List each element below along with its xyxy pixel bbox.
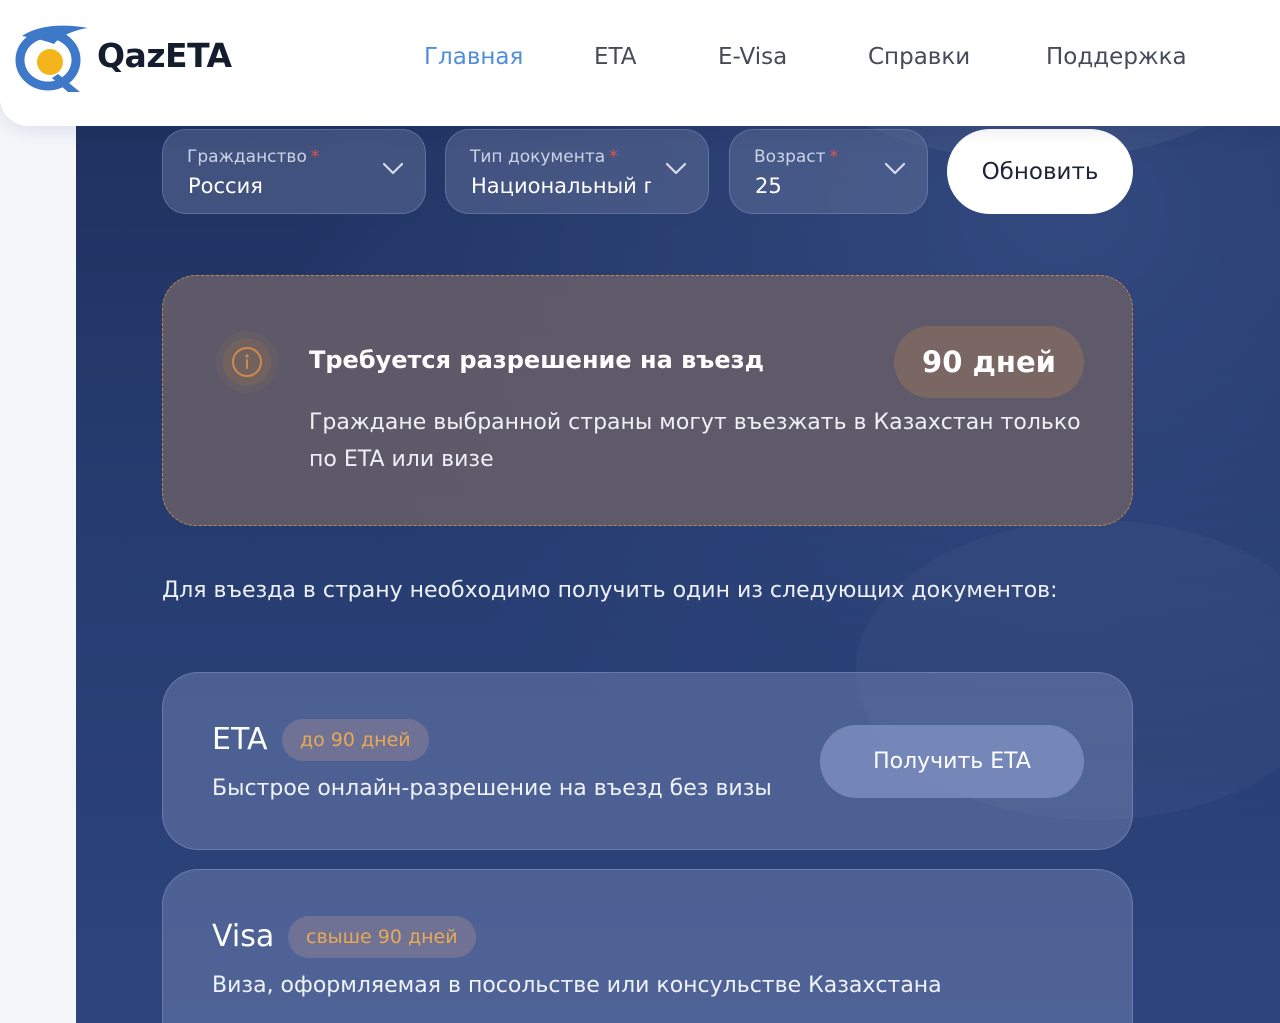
document-type-value: Национальный п	[471, 174, 651, 198]
nav-link-home[interactable]: Главная	[424, 44, 523, 70]
eta-duration-badge: до 90 дней	[282, 719, 429, 761]
nav-link-evisa[interactable]: E-Visa	[718, 44, 787, 70]
documents-intro-text: Для въезда в страну необходимо получить …	[162, 578, 1058, 603]
required-mark: *	[609, 147, 618, 167]
required-mark: *	[310, 147, 320, 167]
document-type-label: Тип документа *	[470, 147, 618, 167]
age-label: Возраст *	[754, 147, 839, 167]
visa-duration-badge: свыше 90 дней	[288, 916, 476, 958]
citizenship-select[interactable]: Гражданство * Россия	[162, 129, 426, 214]
info-icon	[216, 331, 278, 393]
entry-permit-alert: Требуется разрешение на въезд 90 дней Гр…	[162, 275, 1133, 526]
logo-text[interactable]: QazETA	[97, 36, 232, 75]
get-eta-button[interactable]: Получить ETA	[820, 725, 1084, 798]
nav-link-certificates[interactable]: Справки	[868, 44, 970, 70]
visa-title: Visa	[212, 919, 275, 954]
age-select[interactable]: Возраст * 25	[729, 129, 928, 214]
nav-link-support[interactable]: Поддержка	[1046, 44, 1187, 70]
alert-text: Граждане выбранной страны могут въезжать…	[309, 410, 1081, 472]
eta-option-card: ETA до 90 дней Быстрое онлайн-разрешение…	[162, 672, 1133, 850]
refresh-button[interactable]: Обновить	[947, 129, 1133, 214]
visa-option-card: Visa свыше 90 дней Виза, оформляемая в п…	[162, 869, 1133, 1023]
age-value: 25	[755, 174, 782, 198]
nav-link-eta[interactable]: ETA	[594, 44, 637, 70]
document-type-select[interactable]: Тип документа * Национальный п	[445, 129, 709, 214]
eta-title: ETA	[212, 722, 268, 757]
chevron-down-icon	[665, 162, 687, 175]
alert-title: Требуется разрешение на въезд	[309, 346, 764, 374]
citizenship-label: Гражданство *	[187, 147, 320, 167]
chevron-down-icon	[884, 162, 906, 175]
visa-description: Виза, оформляемая в посольстве или консу…	[212, 973, 942, 998]
site-header: QazETA Главная ETA E-Visa Справки Поддер…	[0, 0, 1280, 126]
qazeta-logo-icon[interactable]	[14, 22, 94, 94]
duration-badge: 90 дней	[894, 326, 1084, 398]
required-mark: *	[829, 147, 839, 167]
chevron-down-icon	[382, 162, 404, 175]
eta-description: Быстрое онлайн-разрешение на въезд без в…	[212, 776, 772, 801]
citizenship-value: Россия	[188, 174, 263, 198]
